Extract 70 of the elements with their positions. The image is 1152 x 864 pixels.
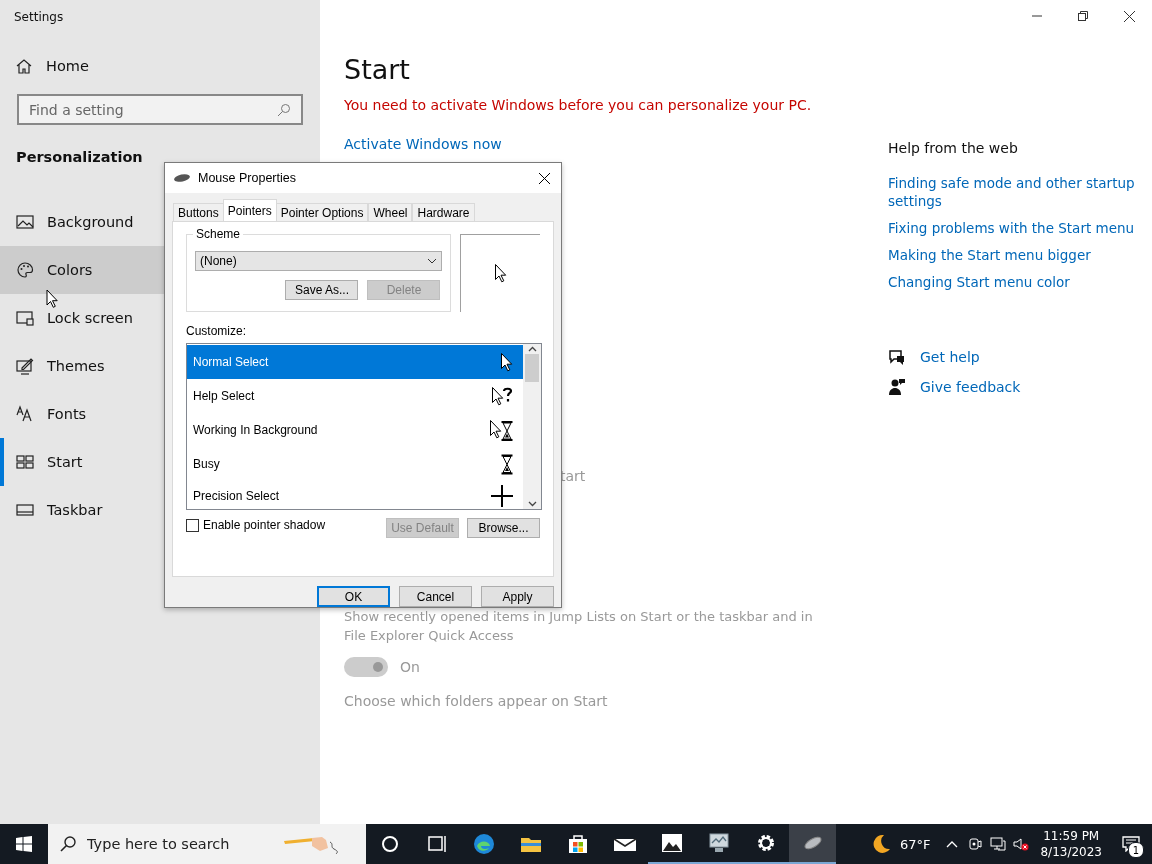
search-icon [277, 103, 291, 117]
help-link[interactable]: Finding safe mode and other startup settings [888, 174, 1138, 210]
close-icon [538, 172, 550, 184]
taskbar-search-field[interactable]: Type here to search [48, 824, 366, 864]
get-help-link[interactable]: Get help [888, 348, 980, 366]
cancel-button[interactable]: Cancel [399, 586, 472, 607]
font-icon [16, 405, 34, 423]
notifications-button[interactable]: 1 [1110, 824, 1152, 864]
chevron-down-icon [427, 258, 437, 264]
weather-button[interactable]: 67°F [869, 824, 941, 864]
brush-icon [16, 357, 34, 375]
scrollbar-thumb[interactable] [525, 353, 539, 382]
feedback-link[interactable]: Give feedback [888, 378, 1021, 396]
person-feedback-icon [888, 378, 906, 396]
dialog-tab[interactable]: Buttons [173, 203, 224, 221]
help-link[interactable]: Changing Start menu color [888, 273, 1070, 291]
browse-button[interactable]: Browse... [467, 518, 540, 538]
close-icon [1123, 10, 1135, 22]
dialog-tab[interactable]: Wheel [368, 203, 413, 221]
taskbar-icon [16, 501, 34, 519]
page-title: Start [344, 54, 411, 85]
section-heading: Personalization [16, 149, 144, 165]
hourglass-icon [501, 453, 513, 475]
working-pointer-icon [490, 419, 513, 441]
arrow-pointer-icon [494, 264, 507, 283]
help-pointer-icon [492, 386, 513, 406]
pointer-list-item[interactable]: Help Select [187, 379, 523, 413]
clock[interactable]: 11:59 PM 8/13/2023 [1032, 828, 1110, 860]
computer-icon [706, 831, 731, 855]
scheme-dropdown[interactable]: (None) [195, 251, 442, 271]
activation-warning: You need to activate Windows before you can personalize your PC. [344, 97, 813, 113]
home-icon [16, 58, 32, 74]
windows-logo-icon [16, 836, 32, 852]
dialog-tab[interactable]: Pointer Options [275, 203, 369, 221]
chat-help-icon [888, 348, 906, 366]
scrollbar[interactable] [523, 344, 541, 509]
tiles-icon [16, 453, 34, 471]
palette-icon [16, 261, 34, 279]
ok-button[interactable]: OK [317, 586, 390, 607]
setting-label: Show recently opened items in Jump Lists on Start or the taskbar and in File Explorer Quick Access [344, 608, 814, 645]
dialog-tab[interactable]: Pointers [222, 199, 277, 221]
lock-screen-icon [16, 309, 34, 327]
group-label: Scheme [193, 227, 244, 241]
scroll-down-icon[interactable] [527, 501, 537, 507]
help-heading: Help from the web [888, 140, 1019, 156]
toggle-label: On [400, 659, 420, 675]
restore-icon [1078, 11, 1088, 21]
edge-icon [471, 832, 496, 856]
image-icon [16, 213, 34, 231]
photo-icon [659, 831, 684, 855]
help-link[interactable]: Making the Start menu bigger [888, 246, 1091, 264]
dialog-title: Mouse Properties [198, 171, 297, 185]
mouse-icon [173, 173, 191, 183]
save-as-button[interactable]: Save As... [285, 280, 359, 300]
dialog-tab[interactable]: Hardware [412, 203, 475, 221]
activate-link[interactable]: Activate Windows now [344, 136, 502, 152]
window-title: Settings [13, 9, 65, 26]
search-field[interactable]: Find a setting [17, 94, 303, 125]
help-link[interactable]: Fixing problems with the Start menu [888, 219, 1135, 237]
pointer-list-item[interactable]: Normal Select [187, 345, 523, 379]
crosshair-icon [491, 484, 513, 507]
home-link[interactable]: Home [16, 58, 89, 74]
mouse-pointer-icon [46, 289, 60, 309]
arrow-pointer-icon [501, 352, 513, 372]
search-icon [60, 836, 76, 852]
scroll-up-icon[interactable] [527, 346, 537, 352]
apply-button[interactable]: Apply [481, 586, 554, 607]
customize-label: Customize: [186, 324, 248, 338]
notification-icon [1122, 836, 1140, 852]
shadow-checkbox[interactable]: Enable pointer shadow [186, 518, 386, 532]
